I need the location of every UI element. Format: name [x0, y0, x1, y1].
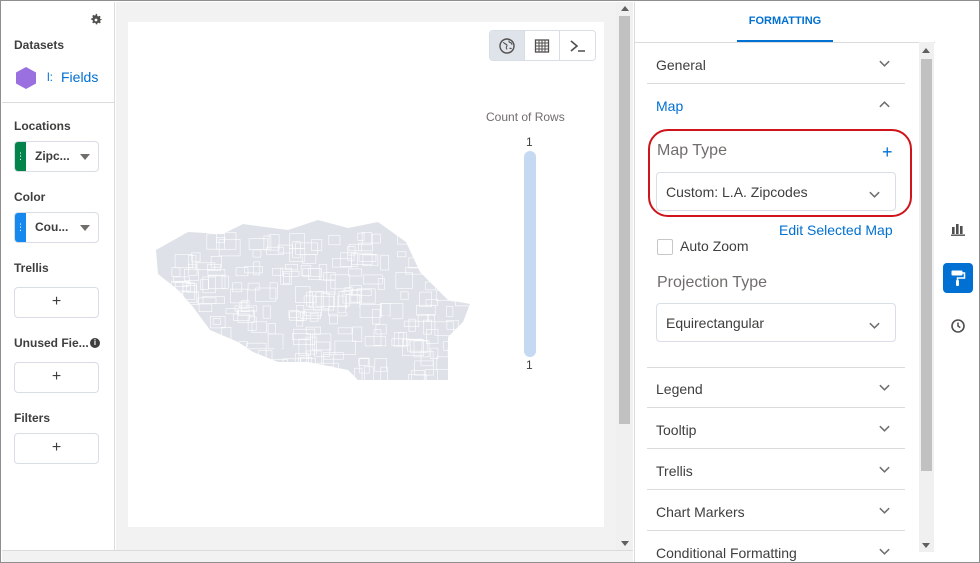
chevron-up-icon [879, 101, 890, 108]
section-general[interactable]: General [647, 43, 905, 84]
locations-label: Locations [14, 119, 71, 133]
drag-handle-icon[interactable]: ⋮ [15, 142, 26, 171]
map-region-island[interactable] [273, 344, 283, 350]
section-trellis-label: Trellis [656, 463, 693, 479]
query-view-button[interactable] [560, 31, 595, 60]
chevron-down-icon [879, 60, 890, 67]
annotation-highlight-ring [648, 129, 912, 217]
drag-handle-icon[interactable]: ⋮ [15, 213, 26, 242]
trellis-label: Trellis [14, 261, 49, 275]
console-icon [570, 39, 585, 52]
chart-view-button[interactable] [490, 31, 526, 60]
section-map[interactable]: Map [647, 84, 905, 125]
section-tooltip[interactable]: Tooltip [647, 408, 905, 449]
legend-max-value: 1 [526, 135, 533, 149]
add-unused-field-button[interactable]: + [14, 362, 99, 393]
section-chart-markers-label: Chart Markers [656, 504, 745, 520]
color-label: Color [14, 190, 46, 204]
section-general-label: General [656, 57, 706, 73]
fields-link[interactable]: Fields [61, 69, 98, 85]
section-tooltip-label: Tooltip [656, 422, 697, 438]
legend-title: Count of Rows [486, 110, 565, 124]
chevron-down-icon [879, 425, 890, 432]
formatting-button[interactable] [943, 263, 973, 293]
section-legend[interactable]: Legend [647, 367, 905, 408]
dataset-hexagon-icon [16, 67, 36, 89]
info-icon[interactable]: i [90, 338, 100, 348]
section-conditional-formatting[interactable]: Conditional Formatting [647, 531, 905, 562]
chevron-down-icon[interactable] [80, 154, 90, 160]
visualization-area: Count of Rows 1 1 [116, 2, 616, 550]
chevron-down-icon [879, 384, 890, 391]
app-window: Datasets l: Fields Locations ⋮ Zipc... C… [0, 0, 980, 563]
legend-gradient-bar [524, 151, 536, 357]
scroll-down-arrow-icon[interactable] [922, 543, 930, 548]
chevron-down-icon [869, 322, 880, 329]
la-zipcode-map[interactable] [148, 212, 488, 382]
add-filter-button[interactable]: + [14, 433, 99, 464]
chevron-down-icon[interactable] [80, 225, 90, 231]
formatting-panel: FORMATTING General Map Map Type + Custom… [634, 2, 935, 562]
dataset-row[interactable]: l: Fields [14, 66, 109, 90]
map-region-island[interactable] [346, 306, 360, 314]
auto-zoom-checkbox[interactable] [657, 239, 673, 255]
section-trellis[interactable]: Trellis [647, 449, 905, 490]
chevron-down-icon [879, 548, 890, 555]
color-field-label: Cou... [35, 220, 69, 234]
legend-min-value: 1 [526, 358, 533, 372]
projection-type-value: Equirectangular [666, 315, 765, 331]
color-field-pill[interactable]: ⋮ Cou... [14, 212, 99, 243]
section-conditional-formatting-label: Conditional Formatting [656, 545, 797, 561]
scroll-down-arrow-icon[interactable] [621, 541, 629, 546]
formatting-scrollbar[interactable] [919, 42, 934, 552]
scroll-up-arrow-icon[interactable] [621, 6, 629, 11]
view-switcher [489, 30, 596, 61]
locations-field-pill[interactable]: ⋮ Zipc... [14, 141, 99, 172]
divider [2, 102, 115, 103]
edit-selected-map-link[interactable]: Edit Selected Map [779, 222, 893, 238]
section-legend-label: Legend [656, 381, 703, 397]
bottom-strip [2, 550, 633, 562]
table-icon [534, 38, 550, 53]
paint-roller-icon [951, 270, 966, 286]
table-view-button[interactable] [525, 31, 561, 60]
history-button[interactable] [943, 311, 973, 341]
section-chart-markers[interactable]: Chart Markers [647, 490, 905, 531]
datasets-label: Datasets [14, 38, 65, 52]
scroll-up-arrow-icon[interactable] [922, 48, 930, 53]
scrollbar-thumb[interactable] [619, 16, 630, 424]
dataset-name-truncated: l: [47, 70, 53, 84]
tab-formatting[interactable]: FORMATTING [737, 2, 833, 42]
fields-panel: Datasets l: Fields Locations ⋮ Zipc... C… [2, 2, 115, 550]
clock-icon [951, 319, 965, 333]
chevron-down-icon [879, 507, 890, 514]
filters-label: Filters [14, 411, 51, 425]
chevron-down-icon [879, 466, 890, 473]
bar-chart-icon [951, 224, 965, 236]
side-toolbar [935, 2, 979, 562]
map-canvas[interactable]: Count of Rows 1 1 [128, 22, 604, 527]
globe-icon [499, 37, 515, 54]
projection-type-select[interactable]: Equirectangular [656, 303, 896, 342]
projection-type-label: Projection Type [657, 274, 767, 291]
chart-type-button[interactable] [943, 214, 973, 244]
canvas-scrollbar[interactable] [616, 2, 633, 550]
gear-icon[interactable] [89, 13, 103, 27]
section-map-label: Map [656, 98, 684, 114]
scrollbar-thumb[interactable] [921, 59, 932, 471]
map-region-island[interactable] [380, 315, 392, 325]
unused-fields-label: Unused Fie... [14, 336, 89, 350]
add-trellis-button[interactable]: + [14, 287, 99, 318]
locations-field-label: Zipc... [35, 149, 70, 163]
auto-zoom-label: Auto Zoom [680, 238, 749, 254]
